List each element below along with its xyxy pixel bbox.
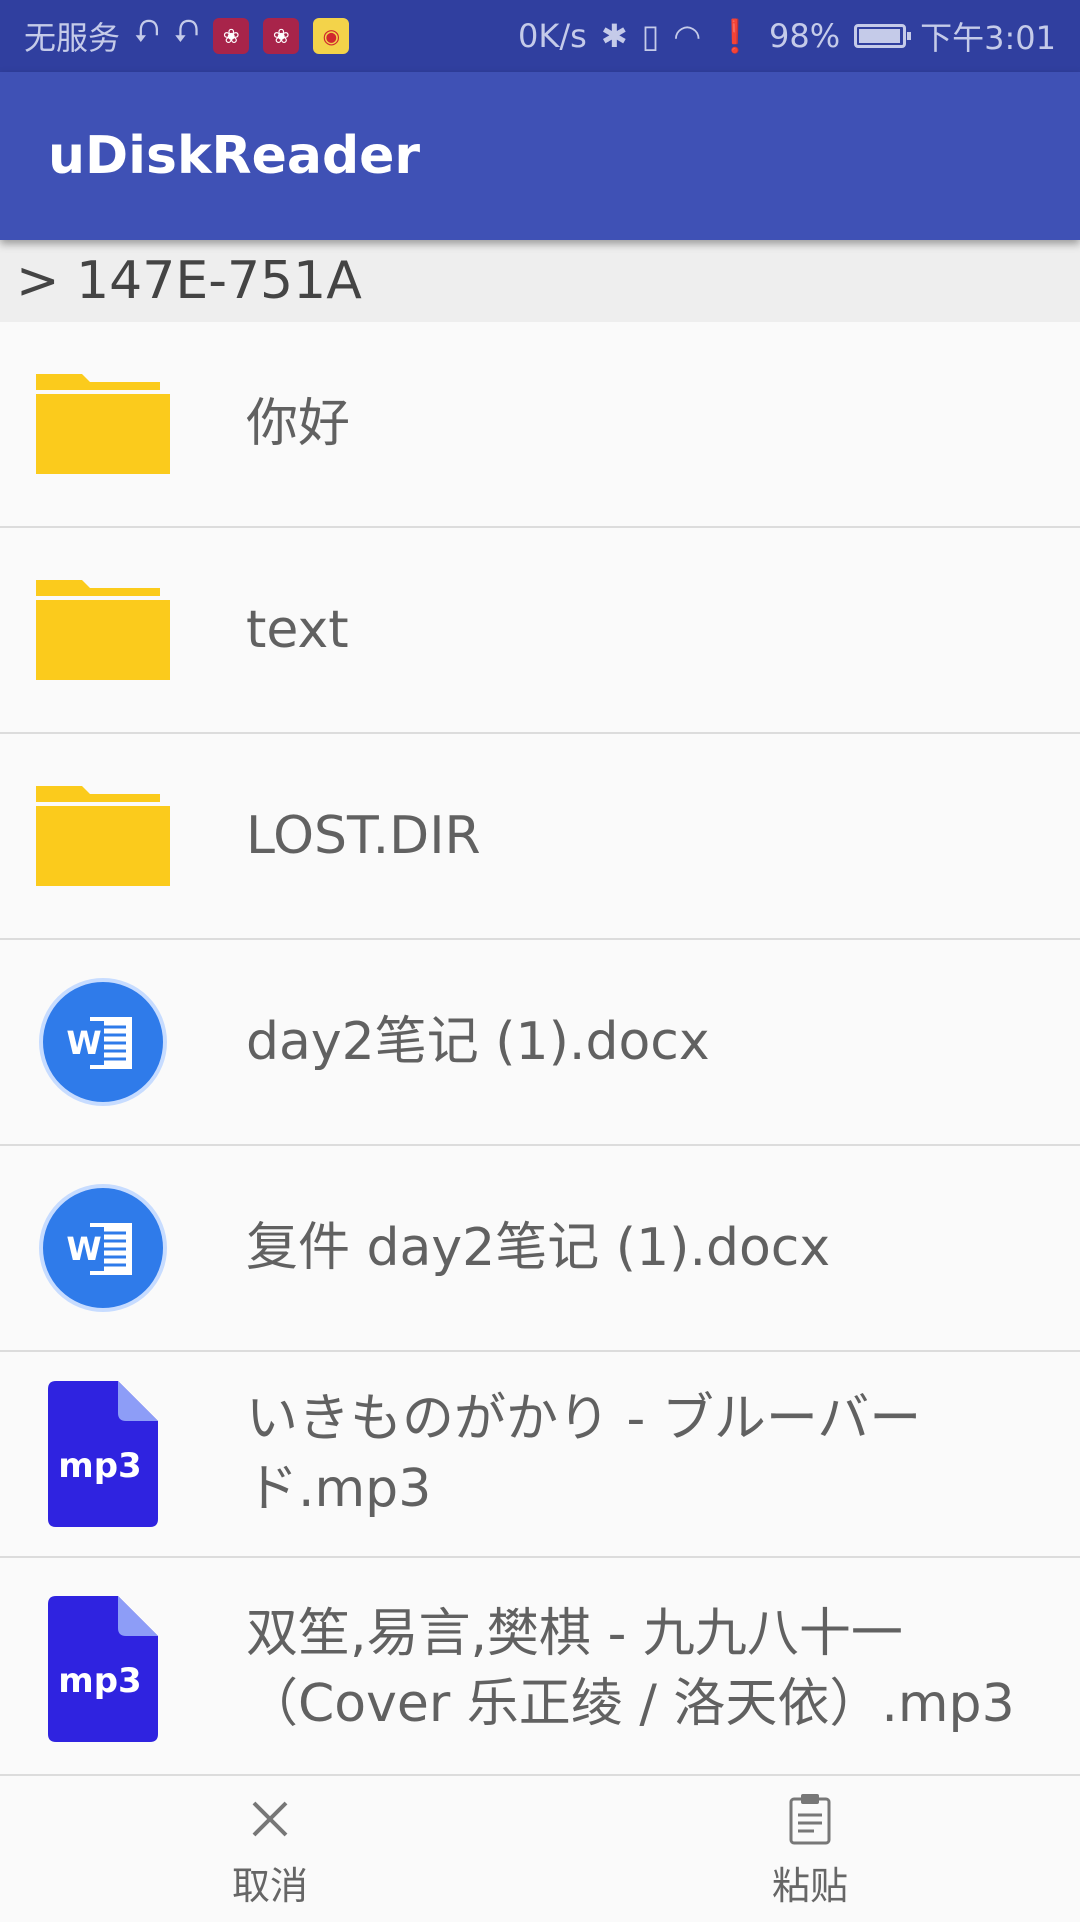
word-doc-icon: W bbox=[36, 975, 170, 1109]
bluetooth-icon: ✱ bbox=[600, 17, 628, 55]
usb-icon: ⮏ bbox=[173, 12, 200, 50]
file-row-mp3-jiujiu[interactable]: mp3 双笙,易言,樊棋 - 九九八十一（Cover 乐正绫 / 洛天依）.mp… bbox=[0, 1558, 1080, 1782]
weibo-icon: ◉ bbox=[313, 18, 350, 54]
file-row-docx-copy[interactable]: W 复件 day2笔记 (1).docx bbox=[0, 1146, 1080, 1352]
status-bar-right: 0K/s ✱ ▯ ◠ ❗ 98% 下午3:01 bbox=[518, 13, 1056, 59]
word-doc-icon: W bbox=[36, 1181, 170, 1315]
mp3-file-icon: mp3 bbox=[36, 1381, 170, 1527]
folder-icon bbox=[36, 357, 170, 491]
file-row-mp3-ikimono[interactable]: mp3 いきものがかり - ブルーバード.mp3 bbox=[0, 1352, 1080, 1558]
breadcrumb-path: > 147E-751A bbox=[16, 251, 362, 311]
battery-percent: 98% bbox=[769, 17, 841, 55]
file-name: day2笔记 (1).docx bbox=[246, 1012, 710, 1072]
carrier-label: 无服务 bbox=[24, 19, 121, 57]
clipboard-icon bbox=[788, 1789, 832, 1849]
file-name: 复件 day2笔记 (1).docx bbox=[246, 1218, 831, 1278]
huawei-app-icon: ❀ bbox=[213, 18, 250, 54]
file-name: 你好 bbox=[246, 394, 351, 454]
cancel-label: 取消 bbox=[231, 1863, 308, 1908]
folder-icon bbox=[36, 769, 170, 903]
mp3-file-icon: mp3 bbox=[36, 1596, 170, 1742]
status-bar-left: 无服务 ⮏ ⮏ ❀ ❀ ◉ bbox=[24, 9, 350, 63]
docx-letter: W bbox=[66, 1024, 101, 1062]
alert-icon: ❗ bbox=[715, 17, 755, 55]
usb-icon: ⮏ bbox=[134, 12, 160, 50]
file-list: 你好 text LOST.DIR W day2笔记 (1).docx W 复件 … bbox=[0, 322, 1080, 1782]
breadcrumb[interactable]: > 147E-751A bbox=[0, 240, 1080, 322]
paste-button[interactable]: 粘贴 bbox=[690, 1776, 930, 1922]
paste-label: 粘贴 bbox=[771, 1863, 848, 1908]
file-name: text bbox=[246, 600, 349, 660]
battery-icon bbox=[854, 24, 912, 48]
file-row-lost-dir[interactable]: LOST.DIR bbox=[0, 734, 1080, 940]
wifi-icon: ◠ bbox=[673, 17, 702, 55]
folder-icon bbox=[36, 563, 170, 697]
file-row-text[interactable]: text bbox=[0, 528, 1080, 734]
close-icon bbox=[250, 1789, 290, 1849]
file-name: 双笙,易言,樊棋 - 九九八十一（Cover 乐正绫 / 洛天依）.mp3 bbox=[246, 1604, 1015, 1734]
file-row-docx[interactable]: W day2笔记 (1).docx bbox=[0, 940, 1080, 1146]
file-name: いきものがかり - ブルーバード.mp3 bbox=[246, 1389, 922, 1519]
file-name: LOST.DIR bbox=[246, 806, 481, 866]
mp3-label: mp3 bbox=[58, 1446, 141, 1486]
clock: 下午3:01 bbox=[920, 19, 1056, 57]
docx-letter: W bbox=[66, 1230, 101, 1268]
app-title: uDiskReader bbox=[48, 126, 421, 186]
bottom-action-bar: 取消 粘贴 bbox=[0, 1774, 1080, 1920]
huawei-app-icon: ❀ bbox=[263, 18, 300, 54]
app-bar: uDiskReader bbox=[0, 72, 1080, 240]
vibrate-icon: ▯ bbox=[641, 17, 660, 55]
cancel-button[interactable]: 取消 bbox=[150, 1776, 390, 1922]
status-bar: 无服务 ⮏ ⮏ ❀ ❀ ◉ 0K/s ✱ ▯ ◠ ❗ 98% 下午3:01 bbox=[0, 0, 1080, 72]
file-row-nihao[interactable]: 你好 bbox=[0, 322, 1080, 528]
mp3-label: mp3 bbox=[58, 1661, 141, 1701]
network-speed: 0K/s bbox=[518, 17, 587, 55]
